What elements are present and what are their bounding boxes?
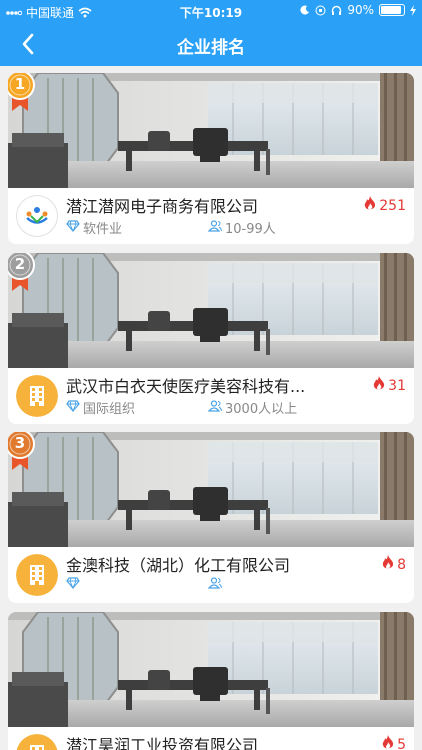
fire-icon: [382, 735, 394, 750]
company-photo: [8, 612, 414, 727]
heat-value: 31: [388, 377, 406, 394]
company-size-info: [207, 577, 225, 593]
company-size-info: 10-99人: [207, 218, 276, 237]
heat-count: 31: [373, 376, 406, 395]
company-info: 潜江昊润工业投资有限公司 5: [8, 727, 414, 750]
company-info: 武汉市白衣天使医疗美容科技有... 31 国际组织 3000人以上: [8, 368, 414, 424]
company-size-info: 3000人以上: [207, 398, 298, 417]
company-card[interactable]: 2 武汉市白衣天使医疗美容科技有... 31 国际组织 3000人以上: [8, 253, 414, 424]
building-logo-icon: [16, 734, 58, 750]
diamond-icon: [66, 219, 80, 236]
company-name: 金澳科技（湖北）化工有限公司: [66, 556, 291, 575]
company-photo: [8, 73, 414, 188]
company-card[interactable]: 1 潜江潜网电子商务有限公司 251 软件业 10-99人: [8, 73, 414, 244]
industry-info: 国际组织: [66, 398, 135, 417]
battery-icon: [379, 4, 405, 16]
rank-number: 3: [14, 434, 26, 452]
company-size-label: 10-99人: [225, 222, 276, 237]
rank-badge-icon: 1: [8, 73, 36, 113]
company-photo: [8, 432, 414, 547]
nav-bar: 企业排名: [0, 22, 422, 66]
heat-count: 251: [364, 196, 406, 215]
company-card[interactable]: 3 金澳科技（湖北）化工有限公司 8: [8, 432, 414, 603]
building-logo-icon: [16, 375, 58, 417]
rank-badge-icon: 3: [8, 432, 36, 472]
rank-number: 2: [14, 255, 26, 273]
building-logo-icon: [16, 554, 58, 596]
moon-icon: [300, 5, 310, 15]
rank-badge-icon: 2: [8, 253, 36, 293]
industry-info: 软件业: [66, 218, 122, 237]
company-info: 金澳科技（湖北）化工有限公司 8: [8, 547, 414, 603]
heat-count: 5: [382, 735, 406, 750]
company-name: 武汉市白衣天使医疗美容科技有...: [66, 377, 306, 396]
industry-label: 国际组织: [83, 402, 136, 417]
people-icon: [207, 219, 222, 236]
company-name: 潜江潜网电子商务有限公司: [66, 197, 259, 216]
people-icon: [207, 399, 222, 416]
diamond-icon: [66, 577, 80, 593]
page-title: 企业排名: [177, 38, 245, 58]
industry-label: 软件业: [83, 222, 123, 237]
company-size-label: 3000人以上: [225, 402, 298, 417]
company-card[interactable]: 潜江昊润工业投资有限公司 5: [8, 612, 414, 750]
orientation-lock-icon: [315, 5, 326, 15]
headphones-icon: [332, 5, 342, 15]
charging-icon: [410, 4, 416, 16]
heat-value: 251: [379, 197, 406, 214]
heat-value: 5: [397, 736, 406, 750]
battery-percent: 90%: [347, 3, 374, 17]
status-bar: 中国联通 下午10:19 90%: [0, 0, 422, 22]
fire-icon: [382, 555, 394, 574]
company-photo: [8, 253, 414, 368]
fire-icon: [373, 376, 385, 395]
people-icon: [207, 577, 222, 593]
heat-value: 8: [397, 556, 406, 573]
company-info: 潜江潜网电子商务有限公司 251 软件业 10-99人: [8, 188, 414, 244]
status-bar-right: 90%: [300, 3, 416, 17]
company-name: 潜江昊润工业投资有限公司: [66, 736, 259, 750]
fire-icon: [364, 196, 376, 215]
diamond-icon: [66, 399, 80, 416]
rank-number: 1: [14, 75, 26, 93]
industry-info: [66, 577, 83, 593]
company-ranking-list: 1 潜江潜网电子商务有限公司 251 软件业 10-99人 2 武汉市白衣天使医…: [0, 66, 422, 750]
heat-count: 8: [382, 555, 406, 574]
network-logo-icon: [16, 195, 58, 237]
